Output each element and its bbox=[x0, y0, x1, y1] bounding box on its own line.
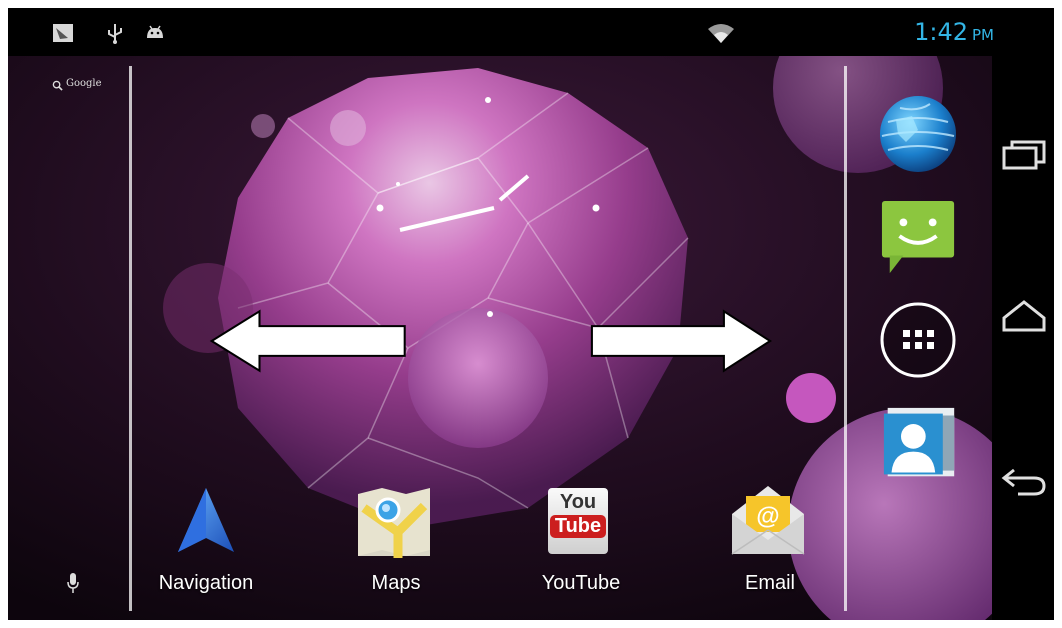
messaging-icon[interactable] bbox=[880, 198, 958, 278]
right-page-edge bbox=[844, 66, 847, 611]
right-arrow-icon bbox=[590, 309, 773, 373]
search-widget[interactable]: Google bbox=[48, 74, 118, 96]
dock-label-youtube: YouTube bbox=[541, 572, 621, 594]
status-bar: 1:42 PM bbox=[8, 8, 1054, 56]
dock-label-email: Email bbox=[744, 572, 796, 594]
dock-label-navigation: Navigation bbox=[158, 572, 254, 594]
back-icon[interactable] bbox=[1000, 460, 1048, 500]
maps-icon bbox=[358, 488, 430, 558]
microphone-icon[interactable] bbox=[66, 572, 80, 594]
browser-icon[interactable] bbox=[878, 94, 958, 174]
youtube-icon: You Tube bbox=[548, 488, 608, 554]
people-icon[interactable] bbox=[880, 406, 960, 482]
wifi-icon bbox=[708, 24, 734, 43]
email-at-symbol: @ bbox=[756, 503, 779, 530]
navigation-icon bbox=[178, 488, 234, 552]
clock-ampm: PM bbox=[972, 26, 994, 44]
youtube-icon-top: You bbox=[559, 491, 597, 513]
left-page-edge bbox=[129, 66, 132, 611]
all-apps-icon[interactable] bbox=[878, 300, 958, 380]
email-icon: @ bbox=[731, 486, 805, 555]
clock: 1:42 PM bbox=[914, 18, 994, 46]
navigation-bar bbox=[992, 56, 1054, 620]
youtube-icon-bottom: Tube bbox=[549, 515, 607, 538]
gallery-icon bbox=[53, 24, 73, 42]
search-icon bbox=[52, 80, 63, 91]
recent-apps-icon[interactable] bbox=[1000, 136, 1048, 176]
search-label: Google bbox=[66, 78, 102, 89]
home-icon[interactable] bbox=[1000, 296, 1048, 336]
tablet-screen: 1:42 PM Google Navigation Maps You Tube … bbox=[8, 8, 1054, 620]
left-arrow-icon bbox=[209, 309, 406, 373]
usb-icon bbox=[108, 24, 122, 44]
dock-label-maps: Maps bbox=[371, 572, 421, 594]
android-debug-icon bbox=[147, 25, 163, 38]
clock-time: 1:42 bbox=[914, 18, 968, 46]
